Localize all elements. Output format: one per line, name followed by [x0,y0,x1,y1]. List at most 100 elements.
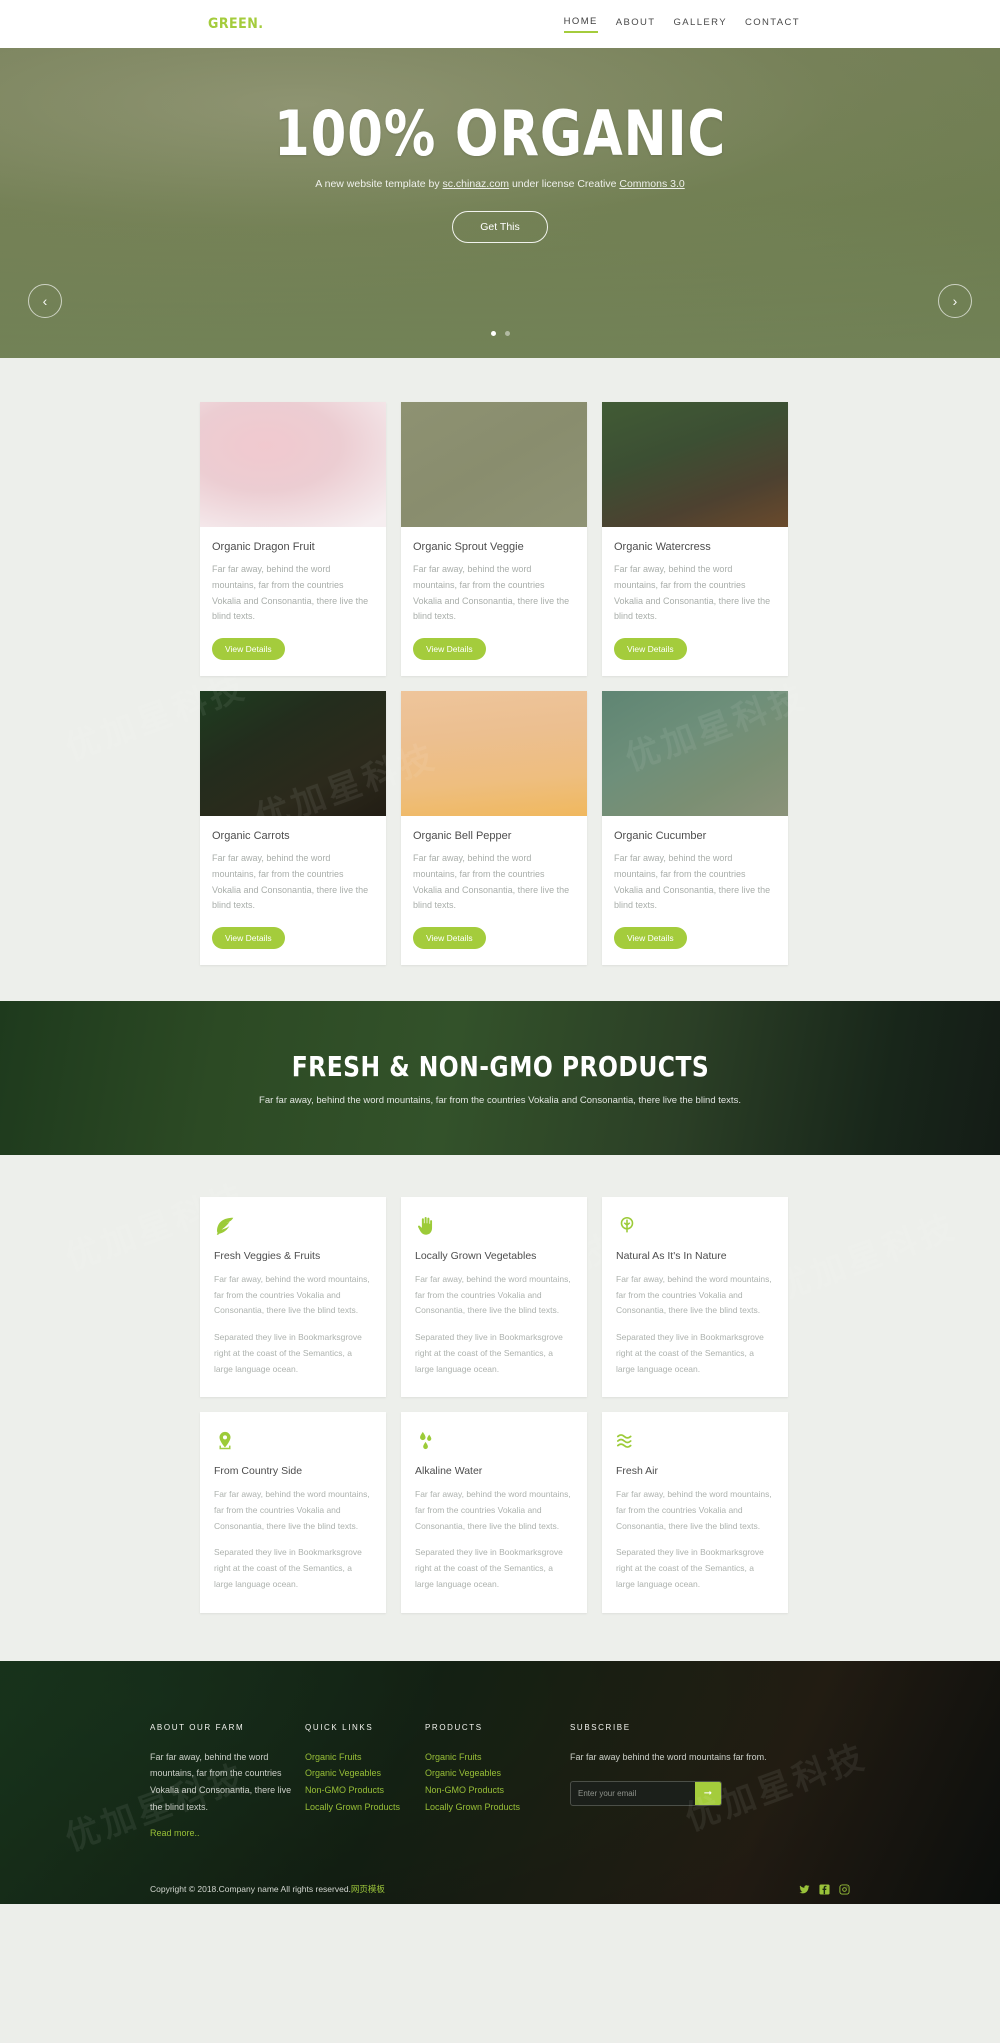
hero-subtitle-link[interactable]: sc.chinaz.com [443,178,510,190]
product-image [602,691,788,816]
products-grid: Organic Dragon Fruit Far far away, behin… [200,402,800,965]
water-drop-icon [415,1430,573,1456]
product-title: Organic Watercress [614,541,711,553]
hero-cta-button[interactable]: Get This [452,210,548,243]
site-logo[interactable]: GREEN. [208,16,264,32]
feature-text-1: Far far away, behind the word mountains,… [616,1489,772,1531]
view-details-button[interactable]: View Details [413,638,486,660]
copyright-link[interactable]: 网页模板 [351,1884,385,1894]
feature-text-1: Far far away, behind the word mountains,… [415,1274,571,1316]
hero-subtitle-link2[interactable]: Commons 3.0 [619,178,684,190]
products-section: Organic Dragon Fruit Far far away, behin… [0,358,1000,1001]
hero-subtitle-mid: under license Creative [509,178,620,190]
product-body: Organic Carrots Far far away, behind the… [200,816,386,965]
page-root: GREEN. HOME ABOUT GALLERY CONTACT 100% O… [0,0,1000,1904]
view-details-button[interactable]: View Details [614,927,687,949]
footer-link[interactable]: Organic Vegeables [425,1765,570,1782]
product-description: Far far away, behind the word mountains,… [413,853,570,911]
product-image [200,402,386,527]
nav-item-gallery[interactable]: GALLERY [674,17,727,32]
product-card[interactable]: Organic Sprout Veggie Far far away, behi… [401,402,587,676]
feature-text-2: Separated they live in Bookmarksgrove ri… [415,1547,563,1589]
instagram-icon[interactable] [839,1884,850,1895]
feature-text-1: Far far away, behind the word mountains,… [214,1274,370,1316]
promo-banner: FRESH & NON-GMO PRODUCTS Far far away, b… [0,1001,1000,1155]
banner-title: FRESH & NON-GMO PRODUCTS [291,1050,709,1083]
product-card[interactable]: Organic Dragon Fruit Far far away, behin… [200,402,386,676]
footer-link[interactable]: Non-GMO Products [425,1782,570,1799]
feature-card: Locally Grown Vegetables Far far away, b… [401,1197,587,1398]
tree-icon [616,1215,774,1241]
email-input[interactable] [571,1782,695,1806]
facebook-icon[interactable] [819,1884,830,1895]
product-image [602,402,788,527]
footer-about-text: Far far away, behind the word mountains,… [150,1751,292,1812]
product-body: Organic Watercress Far far away, behind … [602,527,788,676]
banner-subtitle: Far far away, behind the word mountains,… [259,1095,741,1106]
nav-item-contact[interactable]: CONTACT [745,17,800,32]
footer-about-column: ABOUT OUR FARM Far far away, behind the … [150,1723,305,1842]
product-title: Organic Cucumber [614,830,707,842]
feature-title: Locally Grown Vegetables [415,1250,537,1262]
carousel-dot-2[interactable] [504,331,510,336]
product-title: Organic Bell Pepper [413,830,512,842]
footer-link[interactable]: Non-GMO Products [305,1782,425,1799]
social-links [799,1884,850,1895]
chevron-left-icon: ‹ [42,293,48,309]
footer-subscribe-heading: SUBSCRIBE [570,1722,631,1732]
footer-link[interactable]: Organic Fruits [425,1749,570,1766]
product-image [200,691,386,816]
feature-title: Natural As It's In Nature [616,1250,727,1262]
footer-link[interactable]: Locally Grown Products [305,1799,425,1816]
nav-item-home[interactable]: HOME [563,16,598,33]
footer-link[interactable]: Organic Vegeables [305,1765,425,1782]
view-details-button[interactable]: View Details [614,638,687,660]
product-body: Organic Bell Pepper Far far away, behind… [401,816,587,965]
footer-read-more-link[interactable]: Read more.. [150,1828,200,1838]
footer-quick-links-heading: QUICK LINKS [305,1722,374,1732]
footer-link[interactable]: Locally Grown Products [425,1799,570,1816]
location-pin-icon [214,1430,372,1456]
feature-text-2: Separated they live in Bookmarksgrove ri… [214,1332,362,1374]
feature-card: Fresh Veggies & Fruits Far far away, beh… [200,1197,386,1398]
carousel-prev-button[interactable]: ‹ [28,284,62,318]
product-card[interactable]: Organic Bell Pepper Far far away, behind… [401,691,587,965]
carousel-dot-1[interactable] [490,331,496,336]
hero-carousel: 100% ORGANIC A new website template by s… [0,48,1000,358]
product-image [401,402,587,527]
footer-subscribe-text: Far far away behind the word mountains f… [570,1751,767,1762]
subscribe-form: ➞ [570,1781,722,1807]
feature-card: From Country Side Far far away, behind t… [200,1412,386,1613]
carousel-next-button[interactable]: › [938,284,972,318]
view-details-button[interactable]: View Details [212,638,285,660]
feature-text-1: Far far away, behind the word mountains,… [214,1489,370,1531]
product-image [401,691,587,816]
footer-link[interactable]: Organic Fruits [305,1749,425,1766]
chevron-right-icon: › [952,293,958,309]
product-description: Far far away, behind the word mountains,… [212,564,369,622]
subscribe-submit-button[interactable]: ➞ [695,1782,721,1806]
copyright-text: Copyright © 2018.Company name All rights… [150,1883,385,1895]
product-description: Far far away, behind the word mountains,… [614,564,771,622]
copyright-label: Copyright © 2018.Company name All rights… [150,1884,351,1895]
feature-title: Fresh Veggies & Fruits [214,1250,321,1262]
site-header: GREEN. HOME ABOUT GALLERY CONTACT [0,0,1000,48]
hero-subtitle: A new website template by sc.chinaz.com … [290,177,710,193]
main-navigation: HOME ABOUT GALLERY CONTACT [563,16,800,33]
carousel-dots [0,331,1000,336]
product-card[interactable]: Organic Cucumber Far far away, behind th… [602,691,788,965]
hero-title: 100% ORGANIC [273,97,727,170]
product-card[interactable]: Organic Watercress Far far away, behind … [602,402,788,676]
feature-title: Fresh Air [616,1465,659,1478]
feature-text-2: Separated they live in Bookmarksgrove ri… [616,1547,764,1589]
site-footer: ABOUT OUR FARM Far far away, behind the … [0,1660,1000,1904]
twitter-icon[interactable] [799,1884,810,1895]
view-details-button[interactable]: View Details [212,927,285,949]
feature-text-2: Separated they live in Bookmarksgrove ri… [415,1332,563,1374]
product-card[interactable]: Organic Carrots Far far away, behind the… [200,691,386,965]
hero-subtitle-prefix: A new website template by [315,178,443,190]
nav-item-about[interactable]: ABOUT [616,17,656,32]
product-description: Far far away, behind the word mountains,… [614,853,771,911]
view-details-button[interactable]: View Details [413,927,486,949]
hand-icon [415,1215,573,1241]
